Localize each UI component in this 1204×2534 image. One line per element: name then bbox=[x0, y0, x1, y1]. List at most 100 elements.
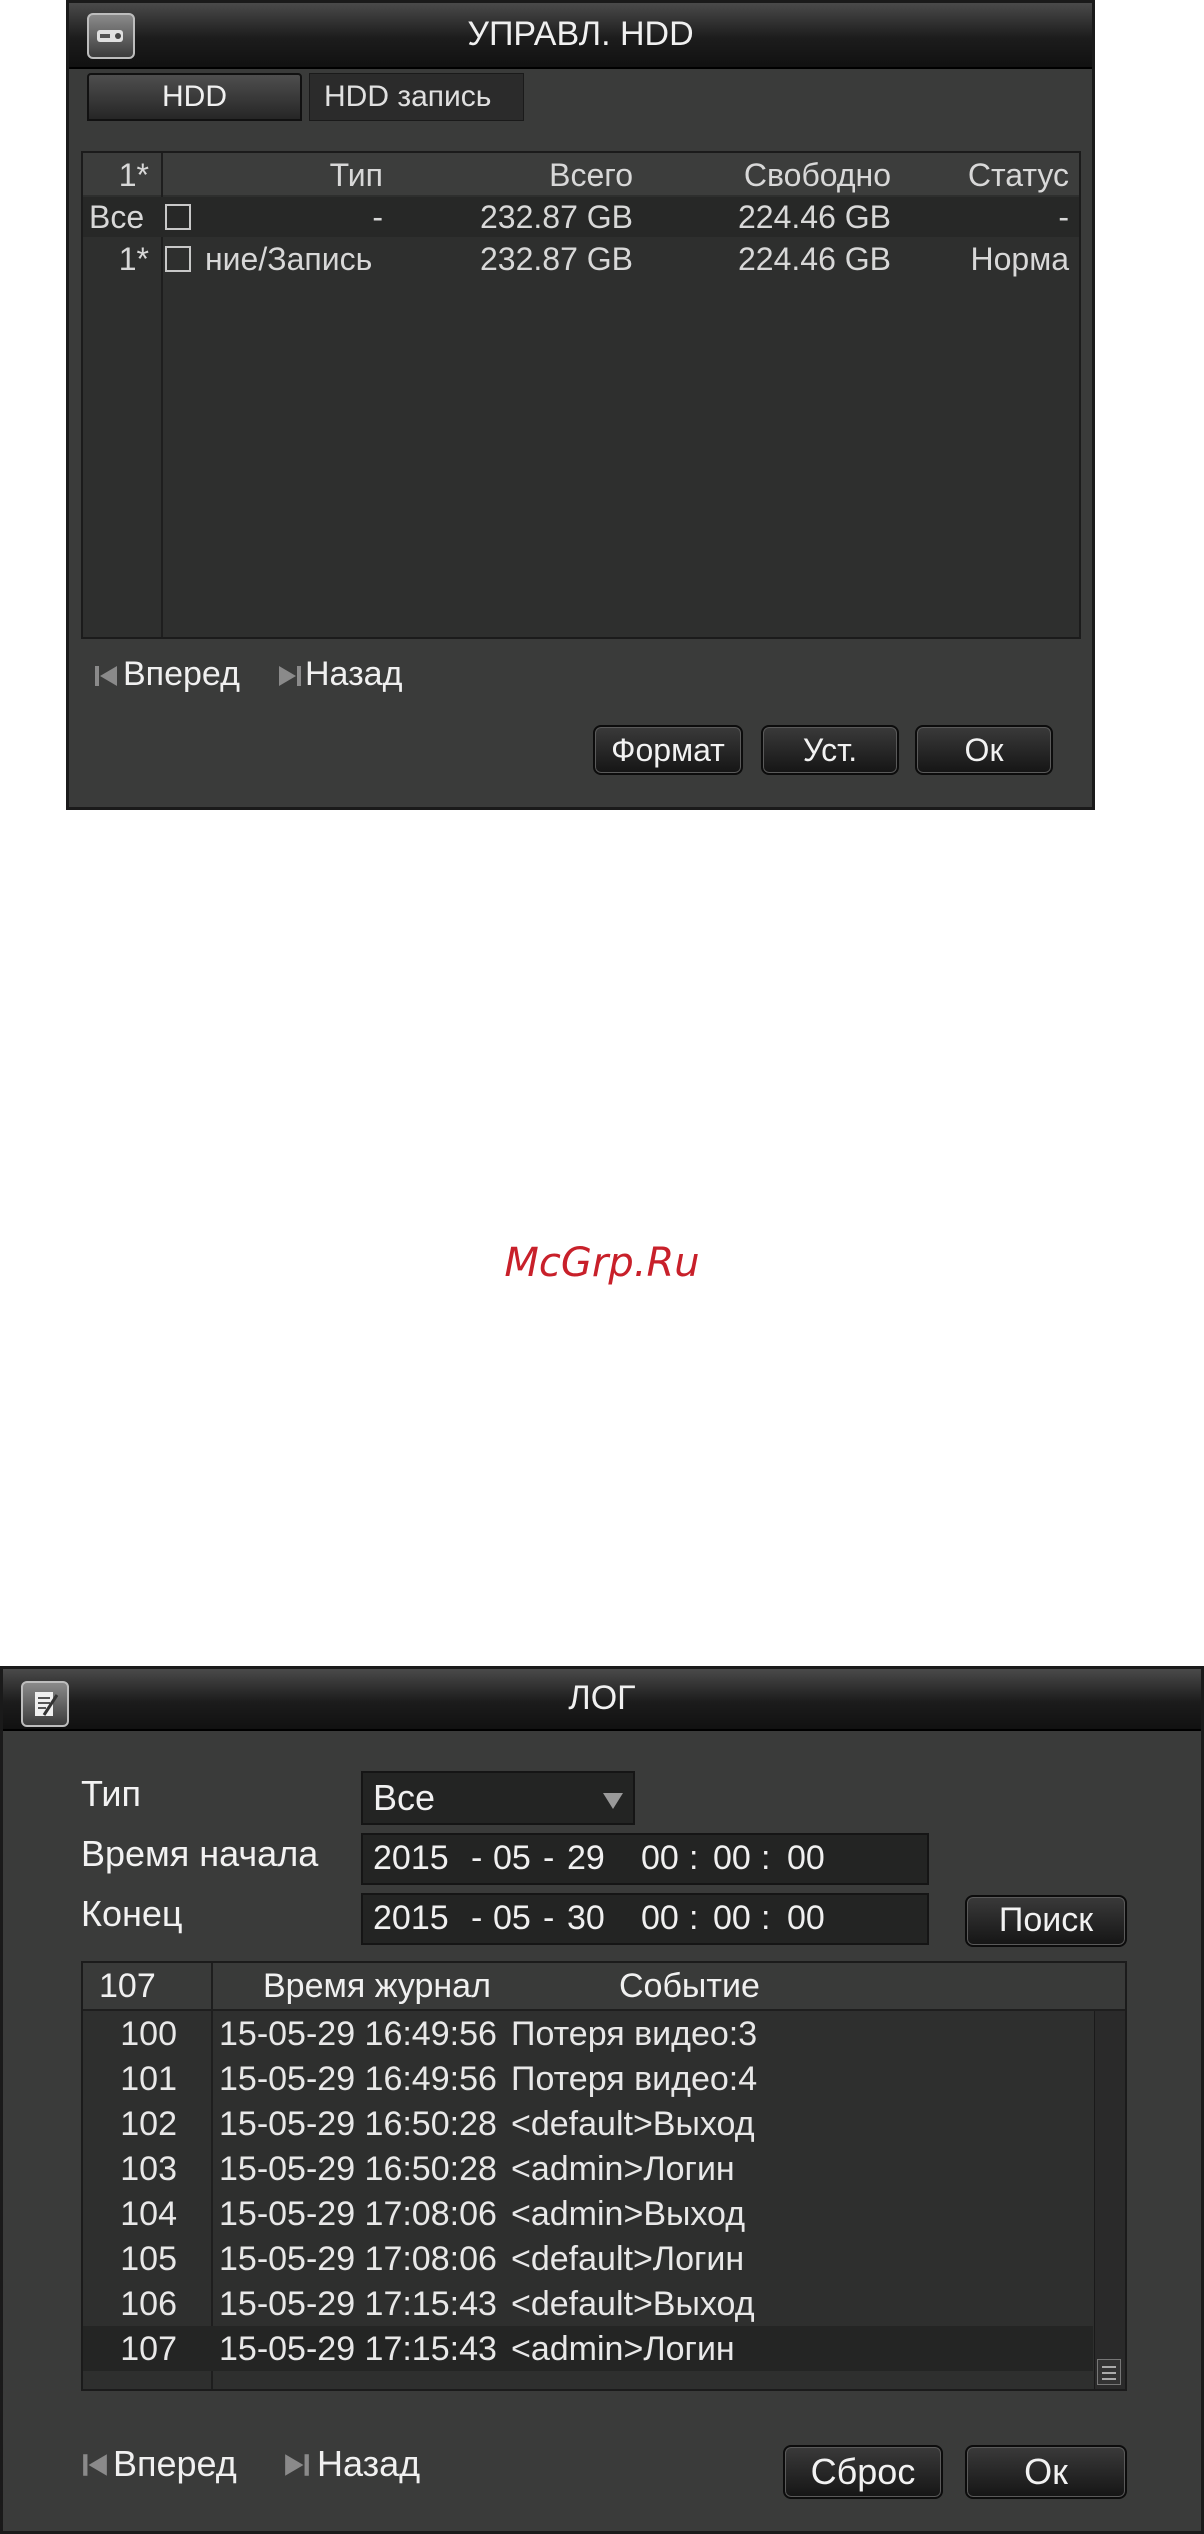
log-ok-button[interactable]: Ок bbox=[965, 2445, 1127, 2499]
start-hour: 00 bbox=[641, 1839, 679, 1877]
table-row[interactable]: 1* ние/Запись 232.87 GB 224.46 GB Норма bbox=[83, 239, 1079, 279]
hdd-row-total: 232.87 GB bbox=[480, 199, 633, 235]
table-row[interactable]: 101 15-05-29 16:49:56 Потеря видео:4 bbox=[83, 2056, 1093, 2101]
table-row[interactable]: 100 15-05-29 16:49:56 Потеря видео:3 bbox=[83, 2011, 1093, 2056]
log-row-num: 104 bbox=[120, 2195, 177, 2233]
reset-button[interactable]: Сброс bbox=[783, 2445, 943, 2499]
end-sep: - bbox=[471, 1899, 483, 1937]
end-colon: : bbox=[689, 1899, 699, 1937]
end-colon: : bbox=[761, 1899, 771, 1937]
hdd-forward-label: Вперед bbox=[123, 655, 240, 693]
log-row-time: 15-05-29 16:50:28 bbox=[219, 2150, 497, 2188]
hdd-forward-link[interactable]: Вперед bbox=[93, 653, 283, 697]
hdd-row-total: 232.87 GB bbox=[480, 241, 633, 277]
log-forward-label: Вперед bbox=[113, 2443, 237, 2484]
log-scrollbar[interactable] bbox=[1094, 2011, 1125, 2389]
tab-hdd-record-label: HDD запись bbox=[324, 80, 492, 113]
log-row-event: <admin>Выход bbox=[511, 2195, 746, 2233]
log-col-num: 107 bbox=[99, 1967, 156, 2005]
table-row[interactable]: 106 15-05-29 17:15:43 <default>Выход bbox=[83, 2281, 1093, 2326]
hdd-row-checkbox[interactable] bbox=[165, 246, 191, 272]
log-row-time: 15-05-29 17:08:06 bbox=[219, 2240, 497, 2278]
log-row-time: 15-05-29 16:49:56 bbox=[219, 2060, 497, 2098]
start-colon: : bbox=[689, 1839, 699, 1877]
table-row[interactable]: Все - 232.87 GB 224.46 GB - bbox=[83, 197, 1079, 237]
hdd-window: УПРАВЛ. HDD HDD HDD запись 1* Тип Всего … bbox=[66, 0, 1095, 810]
log-titlebar: ЛОГ bbox=[3, 1669, 1201, 1731]
log-row-time: 15-05-29 16:49:56 bbox=[219, 2015, 497, 2053]
hdd-row-type: ние/Запись bbox=[205, 241, 373, 277]
log-start-label: Время начала bbox=[81, 1833, 319, 1874]
search-button[interactable]: Поиск bbox=[965, 1895, 1127, 1947]
skip-back-icon bbox=[95, 666, 117, 686]
tab-hdd[interactable]: HDD bbox=[87, 73, 302, 121]
end-sep: - bbox=[543, 1899, 555, 1937]
table-row[interactable]: 102 15-05-29 16:50:28 <default>Выход bbox=[83, 2101, 1093, 2146]
end-min: 00 bbox=[713, 1899, 751, 1937]
scroll-thumb-icon[interactable] bbox=[1097, 2359, 1121, 2385]
log-row-event: <admin>Логин bbox=[511, 2330, 735, 2368]
log-col-time: Время журнал bbox=[263, 1967, 491, 2005]
log-title: ЛОГ bbox=[568, 1679, 636, 1717]
end-month: 05 bbox=[493, 1899, 531, 1937]
hdd-back-link[interactable]: Назад bbox=[277, 653, 437, 697]
skip-forward-icon bbox=[285, 2454, 309, 2476]
log-type-select[interactable]: Все bbox=[361, 1771, 635, 1825]
log-row-time: 15-05-29 17:08:06 bbox=[219, 2195, 497, 2233]
table-row[interactable]: 107 15-05-29 17:15:43 <admin>Логин bbox=[83, 2326, 1093, 2371]
hdd-col-free: Свободно bbox=[743, 157, 891, 193]
hdd-row-type: - bbox=[372, 199, 383, 235]
hdd-row-status: - bbox=[1058, 199, 1069, 235]
log-row-time: 15-05-29 17:15:43 bbox=[219, 2285, 497, 2323]
table-row[interactable]: 104 15-05-29 17:08:06 <admin>Выход bbox=[83, 2191, 1093, 2236]
log-table-header bbox=[83, 1963, 1125, 2011]
chevron-down-icon bbox=[603, 1793, 623, 1809]
log-row-num: 103 bbox=[120, 2150, 177, 2188]
log-back-link[interactable]: Назад bbox=[283, 2441, 453, 2487]
end-day: 30 bbox=[567, 1899, 605, 1937]
hdd-ok-button[interactable]: Ок bbox=[915, 725, 1053, 775]
log-row-num: 107 bbox=[120, 2330, 177, 2368]
hdd-col-type: Тип bbox=[329, 157, 383, 193]
log-col-event: Событие bbox=[619, 1967, 760, 2005]
log-row-event: Потеря видео:4 bbox=[511, 2060, 758, 2098]
hdd-col-num: 1* bbox=[118, 157, 149, 193]
hdd-row-num: Все bbox=[89, 199, 145, 235]
hdd-col-status: Статус bbox=[967, 157, 1069, 193]
hdd-row-free: 224.46 GB bbox=[738, 199, 891, 235]
tab-hdd-label: HDD bbox=[162, 80, 227, 113]
end-hour: 00 bbox=[641, 1899, 679, 1937]
hdd-table: 1* Тип Всего Свободно Статус Все - 232.8… bbox=[81, 151, 1081, 639]
table-row[interactable]: 103 15-05-29 16:50:28 <admin>Логин bbox=[83, 2146, 1093, 2191]
log-forward-link[interactable]: Вперед bbox=[81, 2441, 271, 2487]
log-row-num: 101 bbox=[120, 2060, 177, 2098]
log-window: ЛОГ Тип Все Время начала 2015 - 05 - 29 … bbox=[0, 1666, 1204, 2534]
skip-back-icon bbox=[83, 2454, 107, 2476]
log-end-label: Конец bbox=[81, 1893, 183, 1934]
skip-forward-icon bbox=[279, 666, 301, 686]
start-sec: 00 bbox=[787, 1839, 825, 1877]
table-row[interactable]: 105 15-05-29 17:08:06 <default>Логин bbox=[83, 2236, 1093, 2281]
hdd-row-status: Норма bbox=[970, 241, 1070, 277]
log-row-num: 100 bbox=[120, 2015, 177, 2053]
log-type-label: Тип bbox=[81, 1773, 142, 1814]
watermark: McGrp.Ru bbox=[504, 1240, 700, 1286]
start-year: 2015 bbox=[373, 1839, 449, 1877]
end-sec: 00 bbox=[787, 1899, 825, 1937]
set-button[interactable]: Уст. bbox=[761, 725, 899, 775]
log-end-field[interactable]: 2015 - 05 - 30 00 : 00 : 00 bbox=[361, 1893, 929, 1945]
start-colon: : bbox=[761, 1839, 771, 1877]
tab-hdd-record[interactable]: HDD запись bbox=[309, 73, 524, 121]
start-sep: - bbox=[543, 1839, 555, 1877]
hdd-back-label: Назад bbox=[305, 655, 403, 693]
start-min: 00 bbox=[713, 1839, 751, 1877]
hdd-titlebar: УПРАВЛ. HDD bbox=[69, 3, 1092, 69]
format-button[interactable]: Формат bbox=[593, 725, 743, 775]
log-type-value: Все bbox=[373, 1777, 436, 1818]
log-start-field[interactable]: 2015 - 05 - 29 00 : 00 : 00 bbox=[361, 1833, 929, 1885]
hdd-col-total: Всего bbox=[549, 157, 633, 193]
log-row-num: 102 bbox=[120, 2105, 177, 2143]
hdd-row-free: 224.46 GB bbox=[738, 241, 891, 277]
log-row-event: <default>Выход bbox=[511, 2285, 755, 2323]
start-month: 05 bbox=[493, 1839, 531, 1877]
